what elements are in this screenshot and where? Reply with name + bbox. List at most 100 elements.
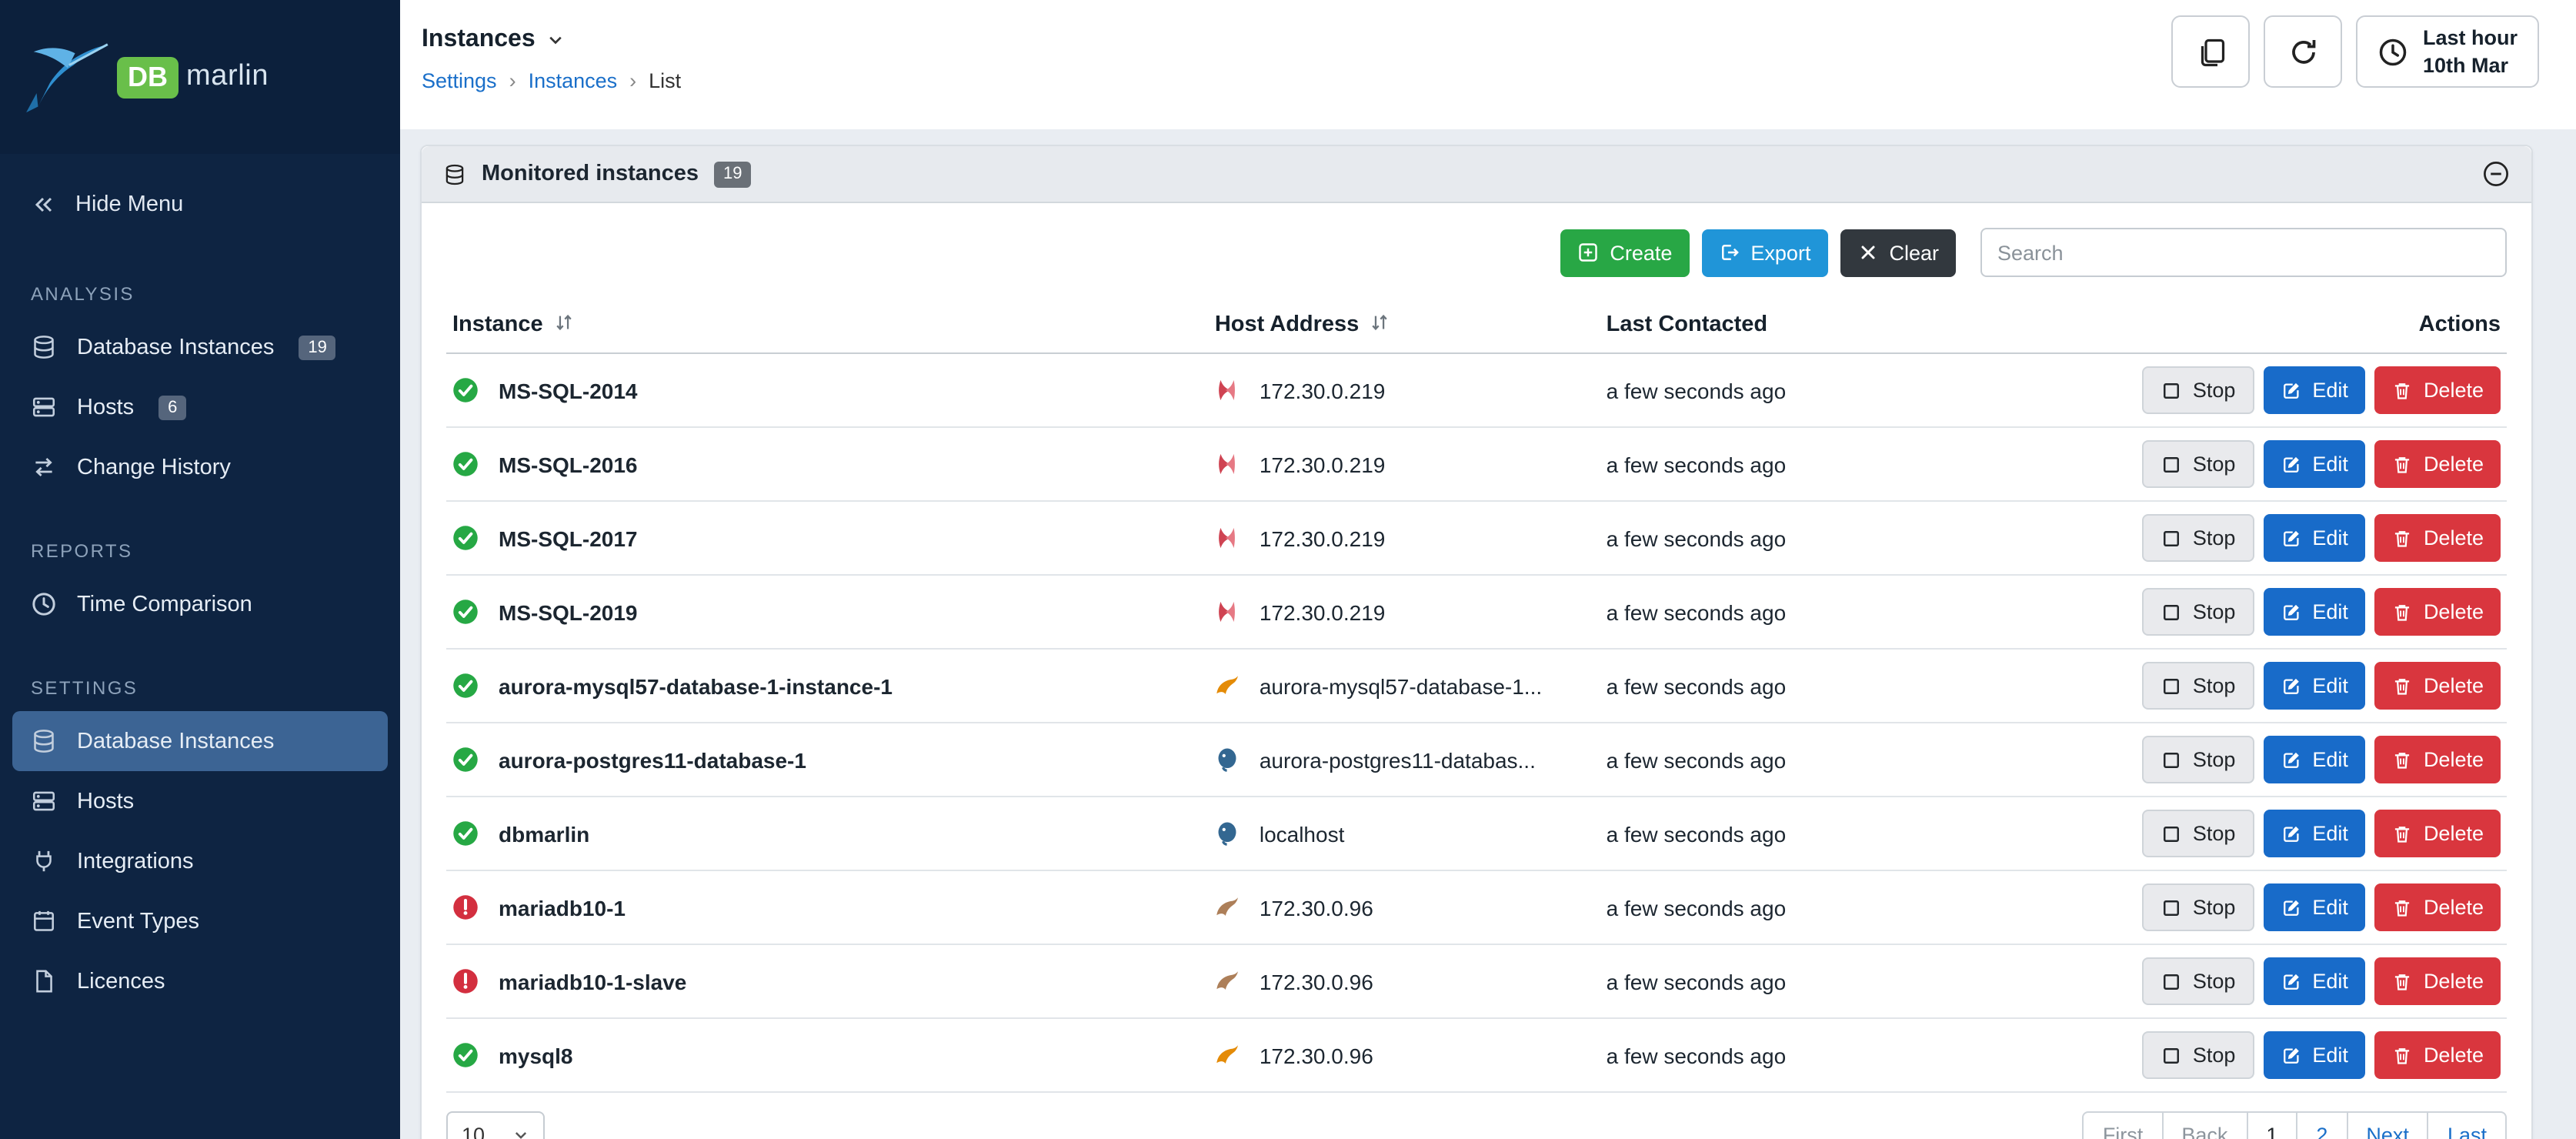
sidebar-item-settings-hosts[interactable]: Hosts — [0, 771, 400, 831]
nav-label: Hosts — [77, 789, 134, 813]
create-button[interactable]: Create — [1560, 229, 1689, 276]
delete-button[interactable]: Delete — [2374, 366, 2501, 414]
pagination-last[interactable]: Last — [2428, 1111, 2507, 1139]
stop-button[interactable]: Stop — [2142, 1031, 2254, 1079]
table-row: aurora-mysql57-database-1-instance-1auro… — [446, 649, 2507, 723]
delete-button[interactable]: Delete — [2374, 588, 2501, 636]
collapse-button[interactable] — [2482, 160, 2510, 188]
nav-label: Database Instances — [77, 729, 274, 753]
stop-button[interactable]: Stop — [2142, 883, 2254, 931]
edit-button[interactable]: Edit — [2263, 366, 2365, 414]
edit-button[interactable]: Edit — [2263, 662, 2365, 710]
edit-button[interactable]: Edit — [2263, 883, 2365, 931]
change-history-icon — [31, 454, 57, 480]
pagination-2[interactable]: 2 — [2296, 1111, 2347, 1139]
sidebar-item-hosts[interactable]: Hosts 6 — [0, 377, 400, 437]
pagination-row: 10 FirstBack12NextLast — [446, 1111, 2507, 1139]
clock-icon — [2378, 36, 2409, 67]
stop-icon — [2161, 897, 2182, 918]
host-address: 172.30.0.219 — [1260, 378, 1386, 402]
breadcrumb-instances[interactable]: Instances — [529, 69, 618, 92]
edit-button[interactable]: Edit — [2263, 588, 2365, 636]
delete-button[interactable]: Delete — [2374, 662, 2501, 710]
hide-menu-button[interactable]: Hide Menu — [0, 169, 400, 240]
edit-button[interactable]: Edit — [2263, 957, 2365, 1005]
stop-icon — [2161, 453, 2182, 475]
nav-label: Event Types — [77, 909, 199, 934]
sidebar-item-settings-database-instances[interactable]: Database Instances — [12, 711, 388, 771]
instance-name: mysql8 — [499, 1043, 573, 1067]
main-area: Instances Settings › Instances › List — [400, 0, 2576, 1139]
event-types-icon — [31, 908, 57, 934]
stop-icon — [2161, 527, 2182, 549]
edit-icon — [2280, 749, 2301, 770]
count-badge: 6 — [158, 395, 186, 419]
pagination: FirstBack12NextLast — [2083, 1111, 2507, 1139]
sidebar-item-database-instances[interactable]: Database Instances 19 — [0, 317, 400, 377]
delete-button[interactable]: Delete — [2374, 883, 2501, 931]
trash-icon — [2391, 749, 2413, 770]
pagination-1[interactable]: 1 — [2246, 1111, 2297, 1139]
edit-button[interactable]: Edit — [2263, 514, 2365, 562]
search-input[interactable] — [1980, 228, 2507, 277]
delete-button[interactable]: Delete — [2374, 736, 2501, 783]
delete-button[interactable]: Delete — [2374, 440, 2501, 488]
clear-button[interactable]: Clear — [1840, 229, 1956, 276]
delete-button[interactable]: Delete — [2374, 810, 2501, 857]
edit-icon — [2280, 601, 2301, 623]
breadcrumb-settings[interactable]: Settings — [422, 69, 497, 92]
edit-button[interactable]: Edit — [2263, 440, 2365, 488]
brand-marlin-text: marlin — [186, 60, 269, 94]
monitored-instances-card: Monitored instances 19 Create Export — [420, 145, 2533, 1139]
page-title-dropdown[interactable]: Instances — [422, 15, 681, 54]
column-header-instance: Instance — [452, 312, 543, 337]
delete-button[interactable]: Delete — [2374, 957, 2501, 1005]
edit-button[interactable]: Edit — [2263, 1031, 2365, 1079]
delete-button[interactable]: Delete — [2374, 1031, 2501, 1079]
stop-button[interactable]: Stop — [2142, 957, 2254, 1005]
time-range-button[interactable]: Last hour 10th Mar — [2357, 15, 2539, 88]
breadcrumb: Settings › Instances › List — [422, 69, 681, 92]
section-title-reports: REPORTS — [0, 528, 400, 574]
sort-icon[interactable] — [1368, 311, 1391, 334]
sidebar-item-time-comparison[interactable]: Time Comparison — [0, 574, 400, 634]
edit-button[interactable]: Edit — [2263, 810, 2365, 857]
stop-button[interactable]: Stop — [2142, 440, 2254, 488]
time-range-line2: 10th Mar — [2423, 52, 2508, 78]
pagination-back[interactable]: Back — [2161, 1111, 2247, 1139]
stop-button[interactable]: Stop — [2142, 514, 2254, 562]
hide-menu-icon — [31, 192, 55, 217]
marlin-logo-icon — [18, 38, 114, 115]
last-contacted: a few seconds ago — [1600, 797, 2074, 870]
status-ok-icon — [452, 673, 479, 699]
database-icon — [443, 162, 466, 185]
page-size-select[interactable]: 10 — [446, 1111, 545, 1139]
sidebar-item-event-types[interactable]: Event Types — [0, 891, 400, 951]
sidebar-item-licences[interactable]: Licences — [0, 951, 400, 1011]
instance-name: MS-SQL-2016 — [499, 452, 638, 476]
export-icon — [1718, 242, 1740, 263]
stop-button[interactable]: Stop — [2142, 810, 2254, 857]
last-contacted: a few seconds ago — [1600, 575, 2074, 649]
sidebar: DB marlin Hide Menu ANALYSIS Database In… — [0, 0, 400, 1139]
instance-name: aurora-postgres11-database-1 — [499, 747, 806, 772]
sort-icon[interactable] — [552, 311, 576, 334]
count-badge: 19 — [299, 335, 336, 359]
copy-button[interactable] — [2172, 15, 2251, 88]
sidebar-item-change-history[interactable]: Change History — [0, 437, 400, 497]
delete-button[interactable]: Delete — [2374, 514, 2501, 562]
create-label: Create — [1610, 241, 1672, 264]
stop-button[interactable]: Stop — [2142, 366, 2254, 414]
export-button[interactable]: Export — [1701, 229, 1827, 276]
stop-button[interactable]: Stop — [2142, 662, 2254, 710]
copy-icon — [2196, 36, 2227, 67]
stop-button[interactable]: Stop — [2142, 588, 2254, 636]
pagination-next[interactable]: Next — [2346, 1111, 2429, 1139]
stop-button[interactable]: Stop — [2142, 736, 2254, 783]
pagination-first[interactable]: First — [2083, 1111, 2164, 1139]
refresh-button[interactable] — [2264, 15, 2343, 88]
table-toolbar: Create Export Clear — [446, 228, 2507, 277]
edit-button[interactable]: Edit — [2263, 736, 2365, 783]
edit-icon — [2280, 527, 2301, 549]
sidebar-item-integrations[interactable]: Integrations — [0, 831, 400, 891]
